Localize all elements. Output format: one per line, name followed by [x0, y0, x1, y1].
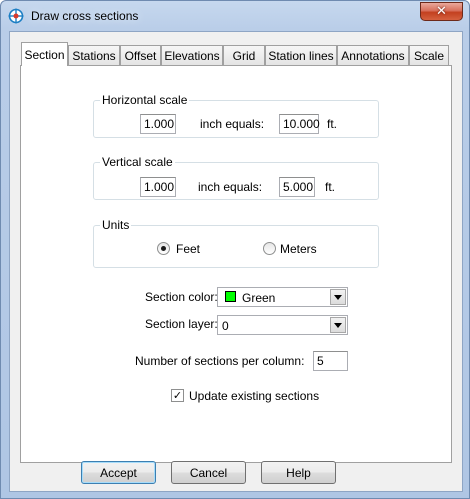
close-button[interactable]: ✕	[420, 2, 463, 21]
horizontal-feet-input[interactable]: 10.000	[279, 114, 320, 134]
accept-button[interactable]: Accept	[81, 461, 156, 484]
horizontal-inch-input[interactable]: 1.000	[140, 114, 176, 134]
app-icon	[8, 8, 24, 24]
vertical-equals-label: inch equals:	[198, 180, 263, 194]
tab-annotations[interactable]: Annotations	[337, 45, 409, 65]
vertical-inch-input[interactable]: 1.000	[140, 177, 176, 197]
section-layer-label: Section layer:	[145, 317, 218, 331]
tab-offset[interactable]: Offset	[120, 45, 161, 65]
section-color-value: Green	[242, 291, 276, 305]
section-layer-select[interactable]: 0	[217, 315, 348, 335]
cancel-button[interactable]: Cancel	[171, 461, 246, 484]
section-color-select[interactable]: Green	[217, 287, 348, 307]
vertical-feet-input[interactable]: 5.000	[279, 177, 315, 197]
dialog-window: Draw cross sections ✕ Section Stations O…	[0, 0, 470, 499]
chevron-down-icon[interactable]	[330, 317, 346, 333]
tab-scale[interactable]: Scale	[409, 45, 449, 65]
title-bar[interactable]: Draw cross sections ✕	[1, 1, 469, 31]
sections-per-column-input[interactable]: 5	[313, 351, 348, 371]
update-existing-label[interactable]: Update existing sections	[189, 389, 319, 403]
feet-radio[interactable]	[157, 242, 170, 255]
sections-per-column-label: Number of sections per column:	[135, 354, 305, 368]
feet-radio-label[interactable]: Feet	[176, 242, 200, 256]
update-existing-checkbox[interactable]: ✓	[171, 389, 184, 402]
tab-stations[interactable]: Stations	[68, 45, 120, 65]
horizontal-scale-legend: Horizontal scale	[102, 93, 188, 107]
dialog-client-area: Section Stations Offset Elevations Grid …	[9, 31, 463, 492]
meters-radio[interactable]	[263, 242, 276, 255]
tab-section[interactable]: Section	[21, 42, 68, 66]
close-icon: ✕	[436, 4, 447, 19]
tab-elevations[interactable]: Elevations	[161, 45, 223, 65]
radio-selected-dot	[161, 246, 166, 251]
horizontal-unit-label: ft.	[327, 117, 338, 131]
vertical-scale-legend: Vertical scale	[102, 155, 173, 169]
tab-grid[interactable]: Grid	[223, 45, 265, 65]
vertical-unit-label: ft.	[325, 180, 336, 194]
section-layer-value: 0	[222, 319, 229, 333]
units-legend: Units	[102, 218, 130, 232]
window-title: Draw cross sections	[31, 9, 139, 23]
section-tab-panel: Horizontal scale 1.000 inch equals: 10.0…	[20, 65, 452, 463]
checkmark-icon: ✓	[172, 389, 183, 402]
units-group: Units	[93, 218, 379, 268]
help-button[interactable]: Help	[261, 461, 336, 484]
meters-radio-label[interactable]: Meters	[280, 242, 317, 256]
tab-station-lines[interactable]: Station lines	[265, 45, 337, 65]
horizontal-equals-label: inch equals:	[200, 117, 265, 131]
horizontal-scale-group: Horizontal scale	[93, 93, 379, 138]
section-color-label: Section color:	[145, 290, 218, 304]
color-swatch	[225, 291, 236, 302]
chevron-down-icon[interactable]	[330, 289, 346, 305]
